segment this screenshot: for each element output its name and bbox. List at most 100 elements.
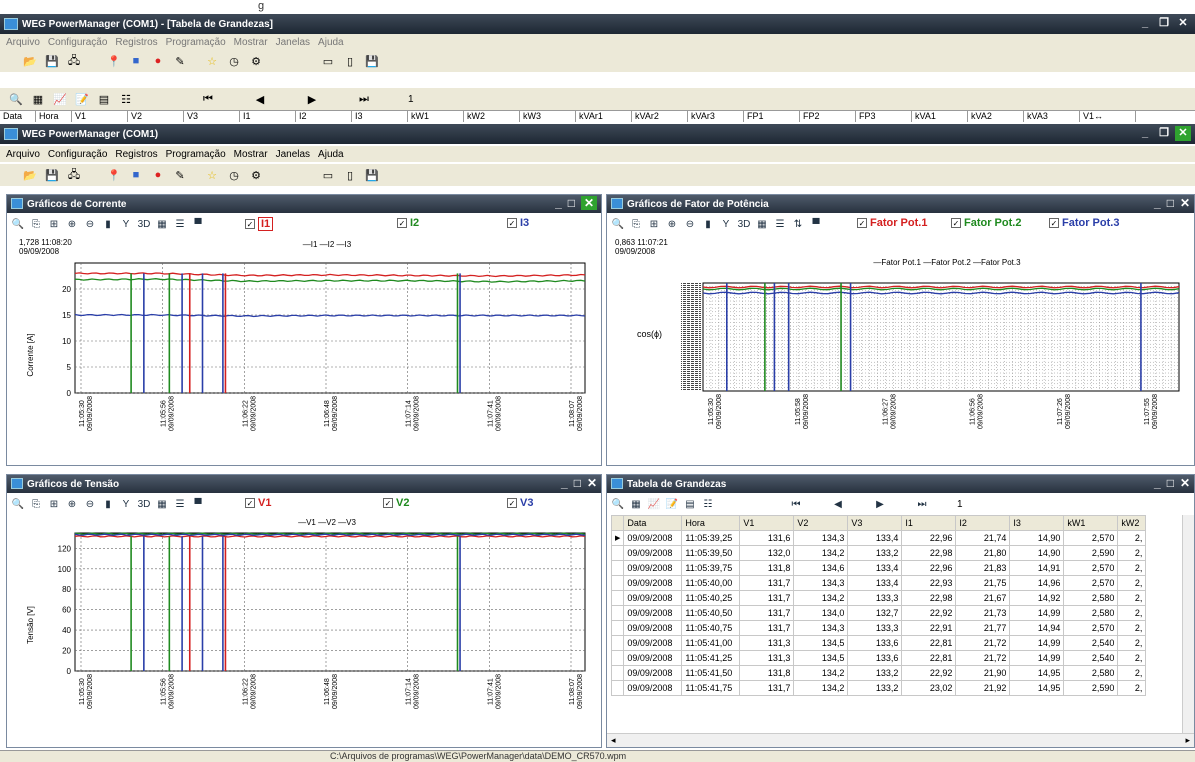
table-icon[interactable]: ▦ — [629, 497, 643, 511]
menu-item[interactable]: Programação — [166, 149, 226, 160]
color-icon[interactable]: ▀ — [191, 217, 205, 231]
bar-chart-icon[interactable]: ▮ — [701, 217, 715, 231]
table-row[interactable]: 09/09/2008 11:05:40,75 131,7 134,3 133,3 22,9… — [610, 620, 1147, 636]
table-row[interactable]: 09/09/2008 11:05:39,50 132,0 134,2 133,2 22,9… — [610, 545, 1147, 561]
menu-item[interactable]: Ajuda — [318, 149, 344, 160]
column-header[interactable]: kVAr1 — [576, 111, 632, 122]
star-icon[interactable]: ☆ — [204, 53, 220, 69]
y-axis-icon[interactable]: Y — [719, 217, 733, 231]
check-v3[interactable]: ✓ V3 — [507, 497, 533, 509]
column-header[interactable]: I1 — [240, 111, 296, 122]
stop-icon[interactable]: ■ — [128, 167, 144, 183]
table-row[interactable]: 09/09/2008 11:05:41,25 131,3 134,5 133,6 22,8… — [610, 650, 1147, 666]
color-icon[interactable]: ▀ — [191, 497, 205, 511]
print-preview-icon[interactable]: 🔍 — [611, 217, 625, 231]
menu-item[interactable]: Janelas — [276, 149, 310, 160]
table-row[interactable]: 09/09/2008 11:05:41,00 131,3 134,5 133,6 22,8… — [610, 635, 1147, 651]
record-icon[interactable]: ● — [150, 167, 166, 183]
chart-icon[interactable]: 📈 — [647, 497, 661, 511]
first-page-icon[interactable]: ⏮ — [200, 91, 216, 107]
minimize-icon[interactable]: _ — [1154, 196, 1161, 210]
close-icon[interactable]: ✕ — [1175, 16, 1191, 31]
column-header[interactable]: kW2 — [1117, 515, 1147, 531]
3d-icon[interactable]: 3D — [137, 217, 151, 231]
print-preview-icon[interactable]: 🔍 — [11, 217, 25, 231]
minimize-icon[interactable]: _ — [1154, 476, 1161, 490]
column-header[interactable]: I1 — [901, 515, 957, 531]
column-header[interactable]: V2 — [128, 111, 184, 122]
close-icon[interactable]: ✕ — [1180, 196, 1190, 210]
restore-icon[interactable]: ❐ — [1156, 126, 1172, 141]
column-header[interactable]: FP1 — [744, 111, 800, 122]
prev-page-icon[interactable]: ◀ — [831, 497, 845, 511]
save-icon[interactable]: 💾 — [44, 53, 60, 69]
table-row[interactable]: 09/09/2008 11:05:41,50 131,8 134,2 133,2 22,9… — [610, 665, 1147, 681]
minimize-icon[interactable]: _ — [1137, 16, 1153, 31]
first-page-icon[interactable]: ⏮ — [789, 497, 803, 511]
column-header[interactable]: kVAr2 — [632, 111, 688, 122]
print-preview-icon[interactable]: 🔍 — [611, 497, 625, 511]
menu-item[interactable]: Arquivo — [6, 37, 40, 48]
table-row[interactable]: 09/09/2008 11:05:41,75 131,7 134,2 133,2 23,0… — [610, 680, 1147, 696]
inner-titlebar[interactable]: WEG PowerManager (COM1) _ ❐ ✕ — [0, 124, 1195, 144]
y-axis-icon[interactable]: Y — [119, 217, 133, 231]
menu-item[interactable]: Configuração — [48, 37, 107, 48]
zoom-in-icon[interactable]: ⊕ — [665, 217, 679, 231]
table-icon[interactable]: ▦ — [155, 497, 169, 511]
zoom-out-icon[interactable]: ⊖ — [83, 497, 97, 511]
maximize-icon[interactable]: □ — [1167, 476, 1174, 490]
column-header[interactable]: kVA3 — [1024, 111, 1080, 122]
row-selector[interactable] — [610, 560, 625, 576]
3d-icon[interactable]: 3D — [137, 497, 151, 511]
blank-icon[interactable]: ▯ — [342, 167, 358, 183]
check-i1[interactable]: ✓ I1 — [245, 217, 274, 231]
check-v1[interactable]: ✓ V1 — [245, 497, 271, 509]
stop-icon[interactable]: ■ — [128, 53, 144, 69]
column-header[interactable]: V2 — [793, 515, 849, 531]
menu-item[interactable]: Registros — [115, 149, 157, 160]
legend-icon[interactable]: ☰ — [173, 497, 187, 511]
column-header[interactable]: Data — [0, 111, 36, 122]
last-page-icon[interactable]: ⏭ — [356, 91, 372, 107]
column-header[interactable]: I2 — [955, 515, 1011, 531]
row-selector[interactable] — [610, 575, 625, 591]
zoom-out-icon[interactable]: ⊖ — [683, 217, 697, 231]
save-icon[interactable]: 💾 — [44, 167, 60, 183]
window-icon[interactable]: ▭ — [320, 53, 336, 69]
config-icon[interactable]: ⚙ — [248, 167, 264, 183]
copy-icon[interactable]: ⎘ — [29, 497, 43, 511]
row-selector[interactable] — [610, 635, 625, 651]
column-header[interactable]: I3 — [1009, 515, 1065, 531]
restore-icon[interactable]: ❐ — [1156, 16, 1172, 31]
menu-item[interactable]: Mostrar — [234, 149, 268, 160]
column-header[interactable]: FP2 — [800, 111, 856, 122]
vertical-scrollbar[interactable] — [1182, 515, 1194, 733]
table-row[interactable]: 09/09/2008 11:05:40,50 131,7 134,0 132,7 22,9… — [610, 605, 1147, 621]
window-icon[interactable]: ▭ — [320, 167, 336, 183]
chart-icon[interactable]: 📈 — [52, 91, 68, 107]
open-folder-icon[interactable]: 📂 — [22, 167, 38, 183]
table-row[interactable]: 09/09/2008 11:05:39,75 131,8 134,6 133,4 22,9… — [610, 560, 1147, 576]
print-preview-icon[interactable]: 🔍 — [11, 497, 25, 511]
3d-icon[interactable]: 3D — [737, 217, 751, 231]
horizontal-scrollbar[interactable]: ◂ ▸ — [607, 733, 1194, 747]
clock-icon[interactable]: ◷ — [226, 167, 242, 183]
zoom-in-icon[interactable]: ⊕ — [65, 497, 79, 511]
menu-item[interactable]: Ajuda — [318, 37, 344, 48]
column-header[interactable]: FP3 — [856, 111, 912, 122]
config-icon[interactable]: ⚙ — [248, 53, 264, 69]
close-icon[interactable]: ✕ — [587, 476, 597, 490]
color-icon[interactable]: ▀ — [809, 217, 823, 231]
minimize-icon[interactable]: _ — [1137, 126, 1153, 141]
bar-chart-icon[interactable]: ▮ — [101, 497, 115, 511]
table-icon[interactable]: ▦ — [755, 217, 769, 231]
swap-icon[interactable]: ⇅ — [791, 217, 805, 231]
table-row[interactable]: 09/09/2008 11:05:40,25 131,7 134,2 133,3 22,9… — [610, 590, 1147, 606]
row-selector[interactable] — [610, 545, 625, 561]
pin-icon[interactable]: 📍 — [106, 53, 122, 69]
tabela-grid[interactable]: Data Hora V1 V2 V3 I1 I2 I3 kW1 kW2 ▶ 09/09/2008 11… — [607, 515, 1194, 733]
column-header[interactable]: kVA2 — [968, 111, 1024, 122]
maximize-icon[interactable]: □ — [574, 476, 581, 490]
column-header[interactable]: kVAr3 — [688, 111, 744, 122]
column-header[interactable]: I2 — [296, 111, 352, 122]
